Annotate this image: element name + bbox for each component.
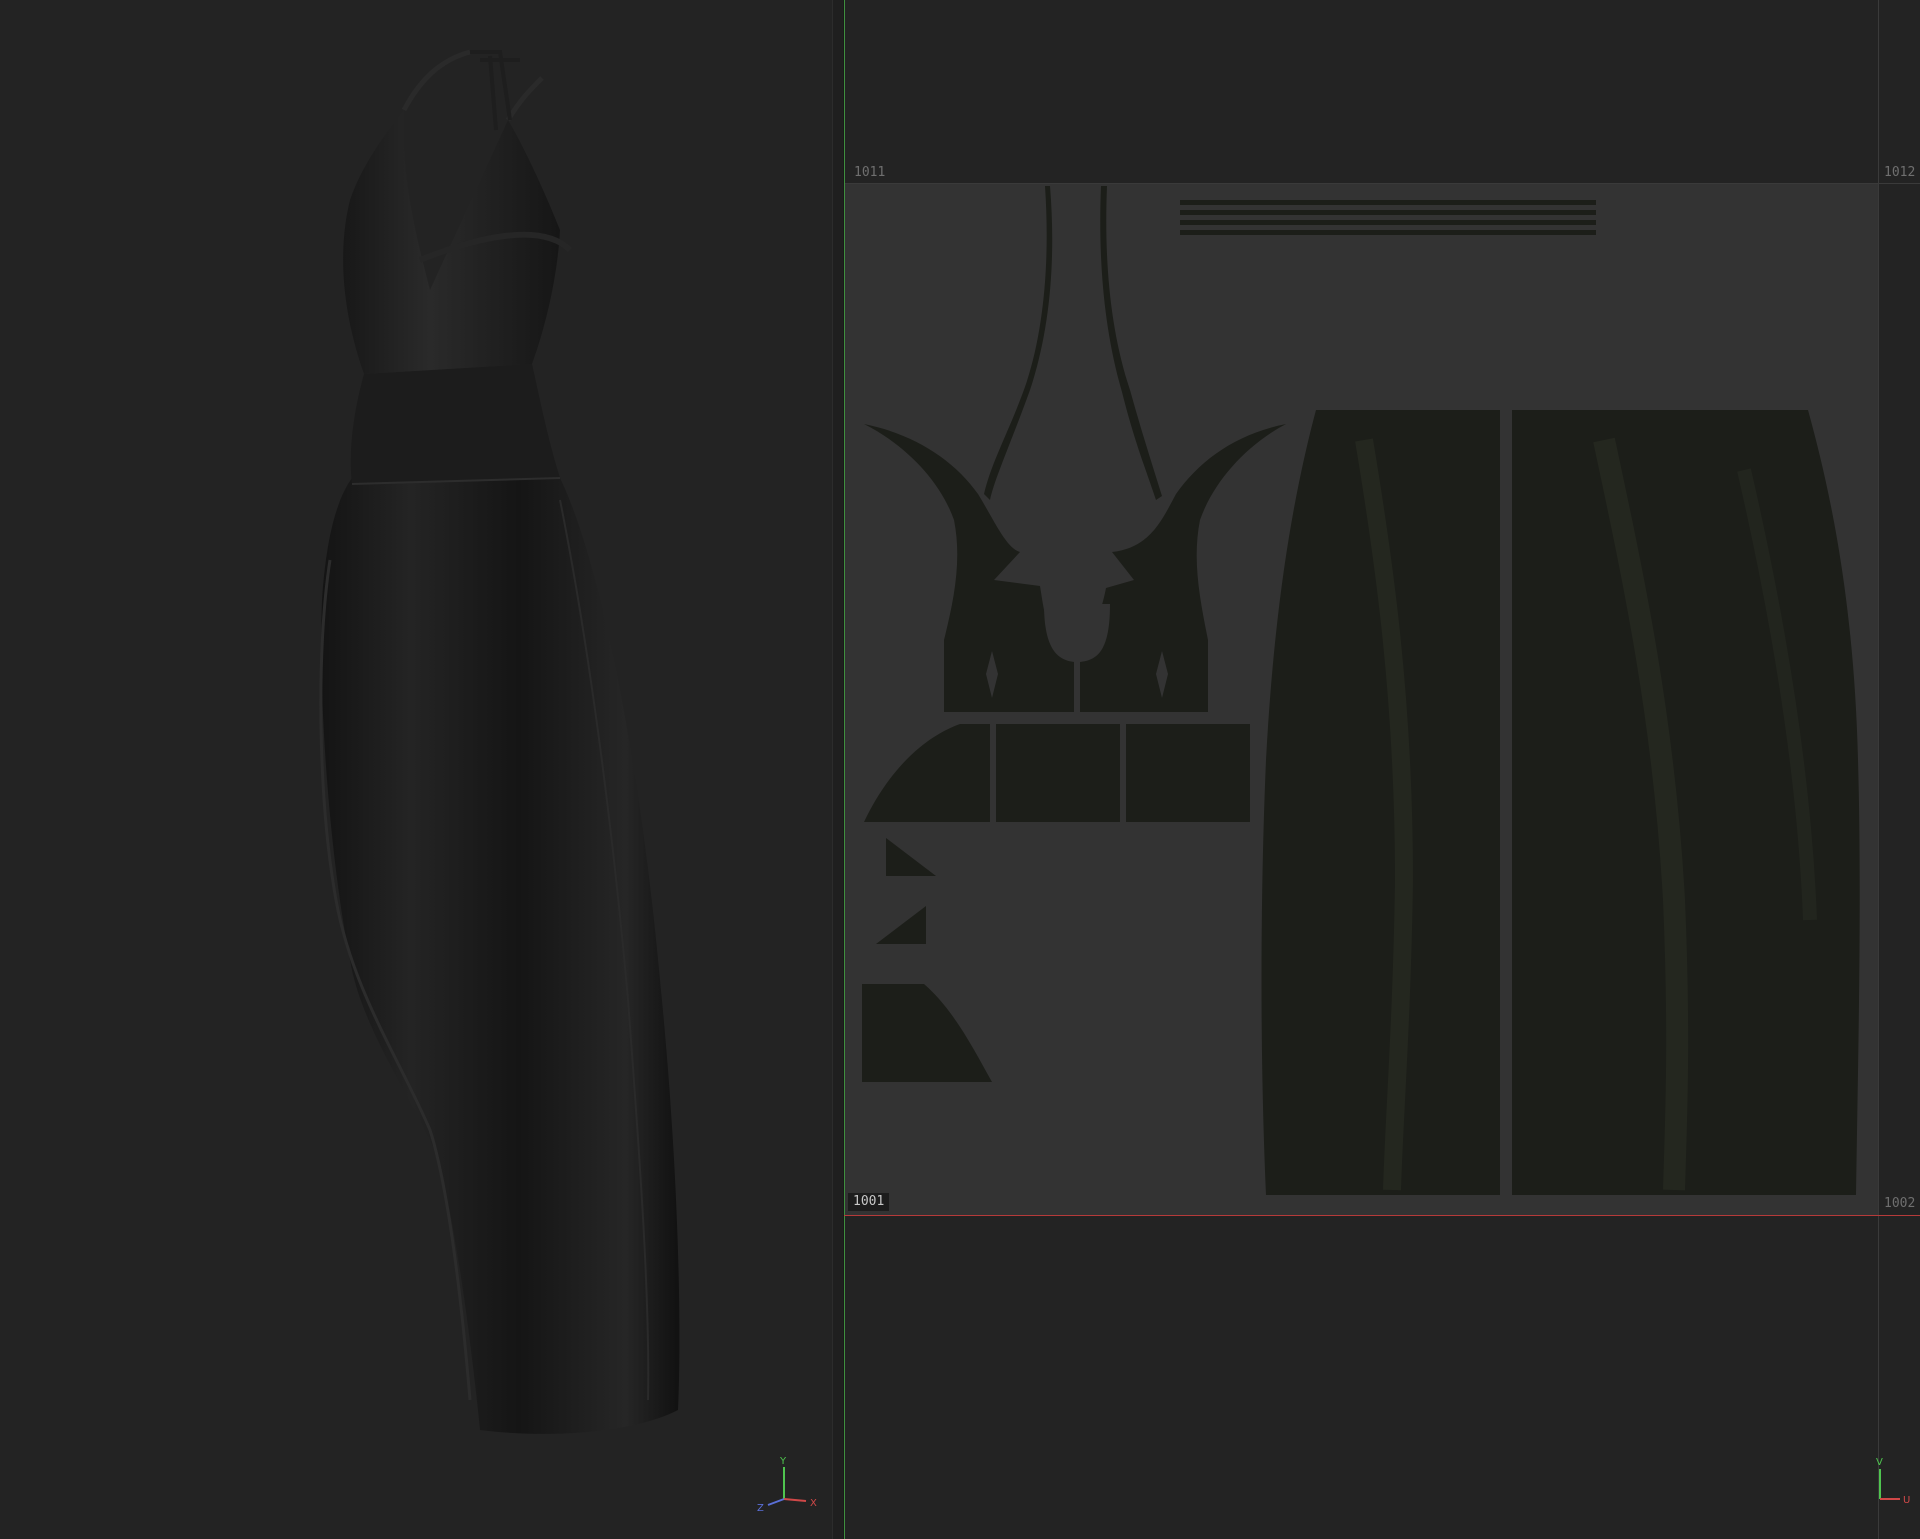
uv-editor-viewport[interactable]: 1011 1012 1001 1002 V U [844,0,1920,1539]
uv-shell-triangle [876,906,926,944]
uv-shell-quarter [862,984,992,1082]
x-axis-label: X [810,1498,817,1509]
y-axis-label: Y [779,1456,787,1467]
uv-shell-bodice-left [864,424,1074,712]
axis-gizmo-3d: Y X Z [757,1456,817,1513]
uv-shell-strap-right [1100,186,1162,500]
uv-shell-waist-panel [996,724,1120,822]
viewport-splitter[interactable] [832,0,844,1539]
uv-shell-waist-panel [1126,724,1250,822]
uv-shell-strap-left [984,186,1053,500]
uv-shell-bodice-right [1080,424,1286,712]
dress-model[interactable] [0,0,832,1539]
u-axis-label: U [1903,1495,1910,1506]
z-axis-label: Z [757,1503,764,1513]
uv-shell-strip [1180,220,1596,225]
neck-strap-left [401,49,471,112]
dress-waistband [350,364,560,484]
dress-skirt [321,478,680,1434]
uv-shell-strip [1180,210,1596,215]
neck-strap-right [505,76,544,122]
uv-shells[interactable] [844,0,1920,1539]
uv-shell-strip [1180,230,1596,235]
uv-shell-waist-curve [864,724,990,822]
v-axis-label: V [1876,1457,1883,1468]
uv-shell-triangle [886,838,936,876]
dress-bodice [343,110,560,374]
axis-gizmo-uv: V U [1876,1457,1910,1506]
3d-viewport[interactable]: Y X Z [0,0,832,1539]
uv-shell-strip [1180,200,1596,205]
neck-ties [470,50,520,131]
